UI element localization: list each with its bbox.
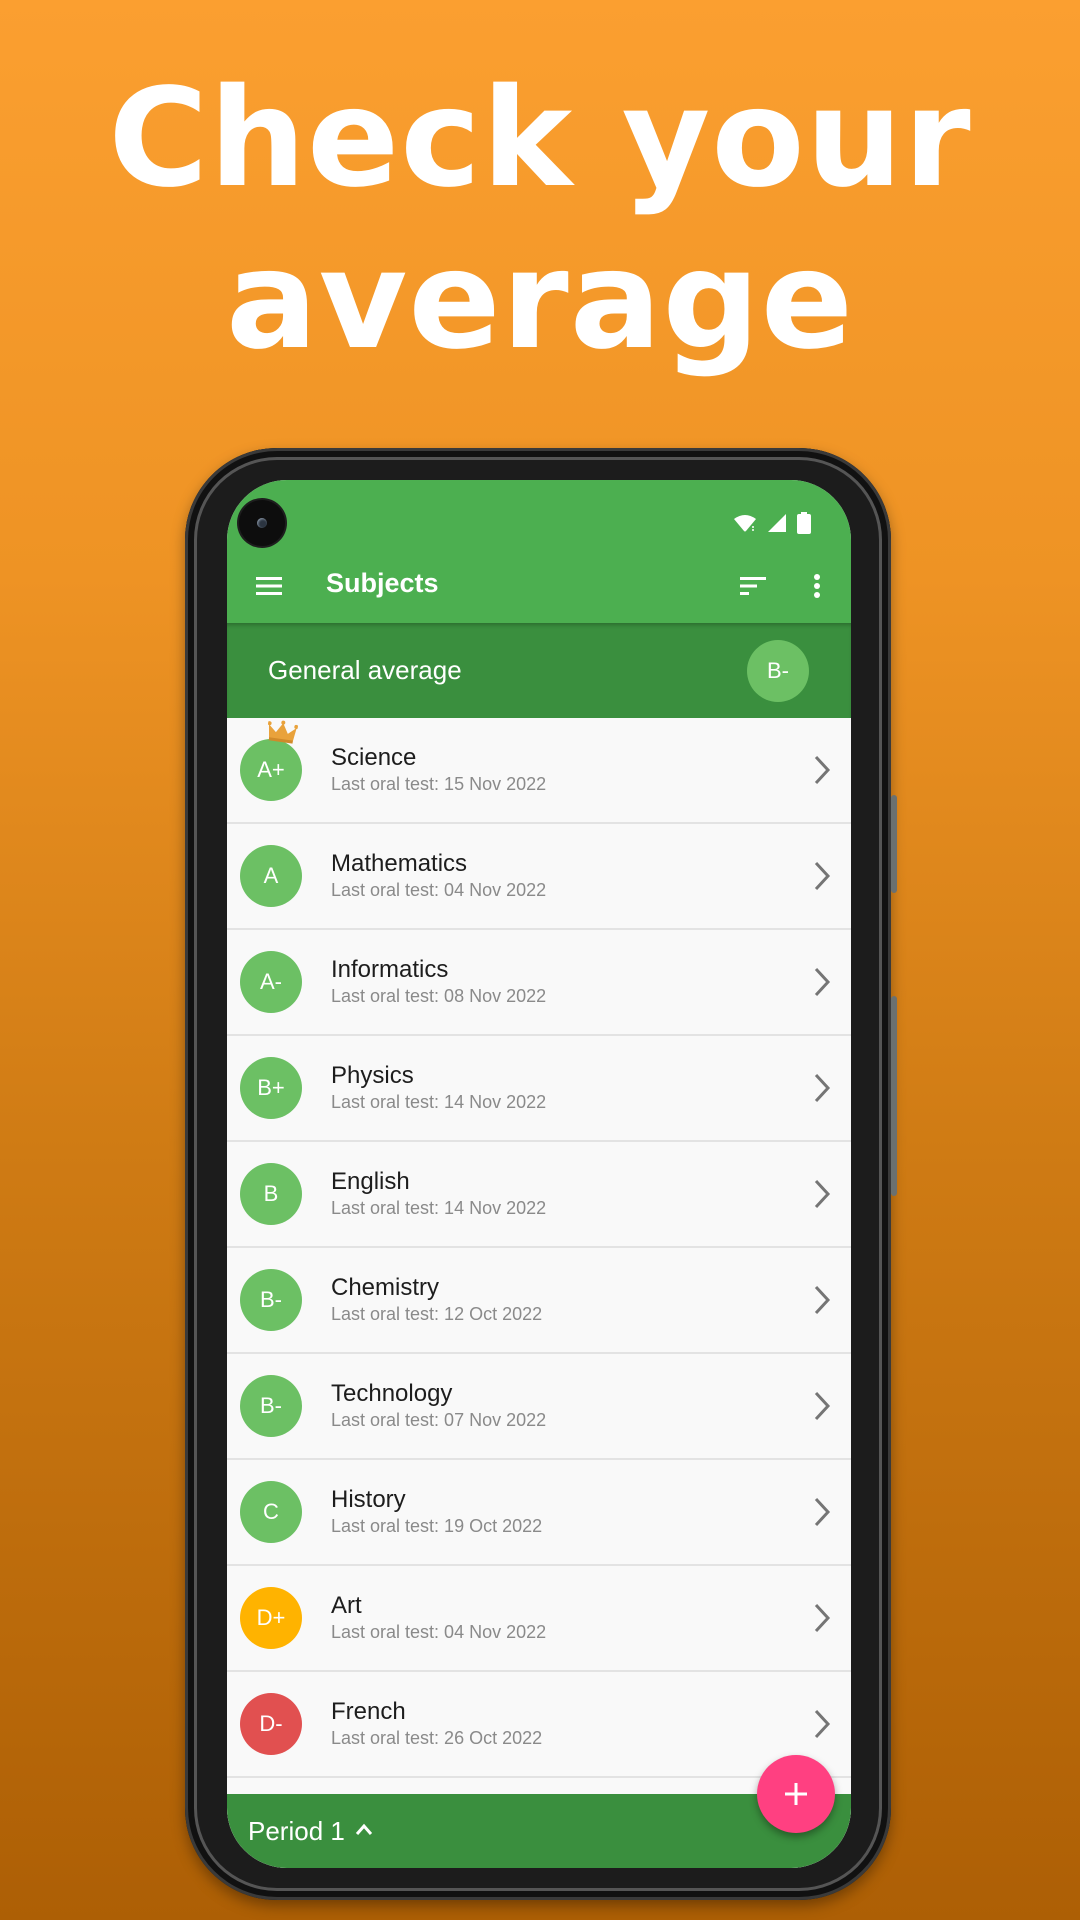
plus-icon bbox=[785, 1783, 807, 1805]
battery-icon bbox=[797, 512, 811, 534]
wifi-icon bbox=[734, 515, 756, 532]
grade-avatar: B- bbox=[240, 1375, 302, 1437]
last-oral-test-date: Last oral test: 04 Nov 2022 bbox=[331, 1622, 547, 1642]
last-oral-test-date: Last oral test: 14 Nov 2022 bbox=[331, 1092, 547, 1112]
add-subject-button[interactable] bbox=[757, 1755, 835, 1833]
chevron-right-icon[interactable] bbox=[812, 1708, 832, 1740]
subject-name: Art bbox=[331, 1592, 362, 1619]
status-bar bbox=[227, 480, 851, 548]
last-oral-test-date: Last oral test: 19 Oct 2022 bbox=[331, 1516, 543, 1536]
chevron-right-icon[interactable] bbox=[812, 754, 832, 786]
subject-name: History bbox=[331, 1486, 406, 1513]
grade-avatar: B+ bbox=[240, 1057, 302, 1119]
last-oral-test-date: Last oral test: 07 Nov 2022 bbox=[331, 1410, 547, 1430]
phone-power-button bbox=[891, 795, 897, 893]
subject-row-mathematics[interactable]: A Mathematics Last oral test: 04 Nov 2022 bbox=[227, 824, 851, 930]
last-oral-test-date: Last oral test: 12 Oct 2022 bbox=[331, 1304, 543, 1324]
subject-row-science[interactable]: A+ Science Last oral test: 15 Nov 2022 bbox=[227, 718, 851, 824]
grade-avatar: D+ bbox=[240, 1587, 302, 1649]
chevron-right-icon[interactable] bbox=[812, 1072, 832, 1104]
status-icons bbox=[733, 512, 811, 534]
period-bar[interactable]: Period 1 bbox=[227, 1794, 851, 1868]
subject-row-informatics[interactable]: A- Informatics Last oral test: 08 Nov 2022 bbox=[227, 930, 851, 1036]
chevron-right-icon[interactable] bbox=[812, 966, 832, 998]
last-oral-test-date: Last oral test: 04 Nov 2022 bbox=[331, 880, 547, 900]
period-selector-label[interactable]: Period 1 bbox=[248, 1816, 345, 1847]
app-toolbar: Subjects bbox=[227, 548, 851, 623]
menu-button[interactable] bbox=[249, 566, 289, 606]
last-oral-test-date: Last oral test: 15 Nov 2022 bbox=[331, 774, 547, 794]
promo-headline: Check your average bbox=[0, 58, 1080, 382]
subject-name: Physics bbox=[331, 1062, 414, 1089]
chevron-right-icon[interactable] bbox=[812, 1390, 832, 1422]
headline-line-1: Check your bbox=[108, 60, 972, 218]
subject-name: Informatics bbox=[331, 956, 449, 983]
subject-name: English bbox=[331, 1168, 410, 1195]
subject-row-technology[interactable]: B- Technology Last oral test: 07 Nov 2022 bbox=[227, 1354, 851, 1460]
app-screen: Subjects General average B- A+ Science Las… bbox=[227, 480, 851, 1868]
chevron-right-icon[interactable] bbox=[812, 1284, 832, 1316]
subject-name: Science bbox=[331, 744, 417, 771]
grade-avatar: A bbox=[240, 845, 302, 907]
last-oral-test-date: Last oral test: 26 Oct 2022 bbox=[331, 1728, 543, 1748]
grade-avatar: D- bbox=[240, 1693, 302, 1755]
subject-row-art[interactable]: D+ Art Last oral test: 04 Nov 2022 bbox=[227, 1566, 851, 1672]
last-oral-test-date: Last oral test: 08 Nov 2022 bbox=[331, 986, 547, 1006]
chevron-right-icon[interactable] bbox=[812, 860, 832, 892]
subjects-list: A+ Science Last oral test: 15 Nov 2022 A Mat… bbox=[227, 718, 851, 1868]
subject-name: Technology bbox=[331, 1380, 453, 1407]
page-title: Subjects bbox=[326, 568, 439, 598]
general-average-grade-badge: B- bbox=[747, 640, 809, 702]
subject-name: Mathematics bbox=[331, 850, 468, 877]
general-average-header[interactable]: General average B- bbox=[227, 623, 851, 718]
last-oral-test-date: Last oral test: 14 Nov 2022 bbox=[331, 1198, 547, 1218]
subject-row-physics[interactable]: B+ Physics Last oral test: 14 Nov 2022 bbox=[227, 1036, 851, 1142]
subject-row-french[interactable]: D- French Last oral test: 26 Oct 2022 bbox=[227, 1672, 851, 1778]
front-camera bbox=[239, 500, 285, 546]
general-average-label: General average bbox=[268, 655, 462, 685]
grade-avatar: C bbox=[240, 1481, 302, 1543]
chevron-right-icon[interactable] bbox=[812, 1602, 832, 1634]
cell-signal-icon bbox=[768, 514, 786, 532]
crown-icon bbox=[267, 720, 299, 744]
sort-icon bbox=[740, 577, 766, 595]
grade-avatar: A- bbox=[240, 951, 302, 1013]
chevron-up-icon[interactable] bbox=[355, 1822, 373, 1836]
subject-row-history[interactable]: C History Last oral test: 19 Oct 2022 bbox=[227, 1460, 851, 1566]
more-vertical-icon bbox=[814, 574, 820, 598]
grade-avatar: A+ bbox=[240, 739, 302, 801]
more-options-button[interactable] bbox=[797, 566, 837, 606]
chevron-right-icon[interactable] bbox=[812, 1496, 832, 1528]
grade-avatar: B- bbox=[240, 1269, 302, 1331]
subject-name: French bbox=[331, 1698, 406, 1725]
subject-row-english[interactable]: B English Last oral test: 14 Nov 2022 bbox=[227, 1142, 851, 1248]
sort-button[interactable] bbox=[733, 566, 773, 606]
subject-row-chemistry[interactable]: B- Chemistry Last oral test: 12 Oct 2022 bbox=[227, 1248, 851, 1354]
headline-line-2: average bbox=[225, 222, 855, 380]
phone-volume-button bbox=[891, 996, 897, 1196]
hamburger-menu-icon bbox=[256, 577, 282, 595]
chevron-right-icon[interactable] bbox=[812, 1178, 832, 1210]
grade-avatar: B bbox=[240, 1163, 302, 1225]
subject-name: Chemistry bbox=[331, 1274, 440, 1301]
